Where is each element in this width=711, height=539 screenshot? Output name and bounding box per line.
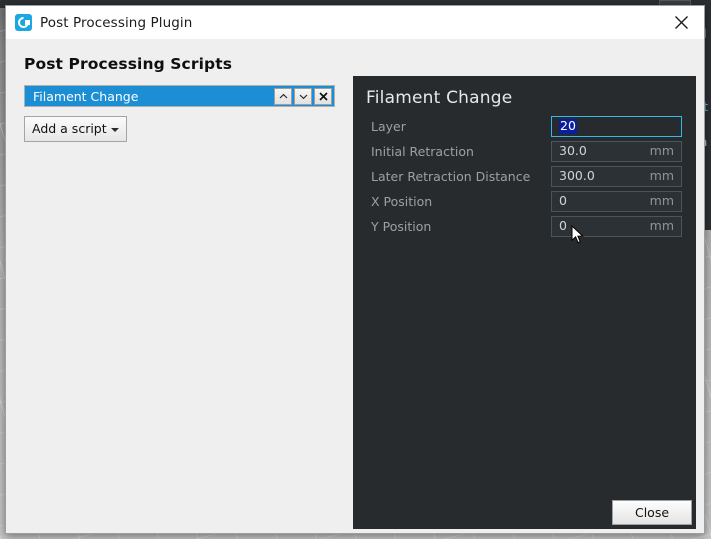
chevron-down-icon	[299, 94, 307, 99]
caret-down-icon	[110, 127, 119, 132]
scripts-panel: Post Processing Scripts Filament Change	[6, 39, 353, 533]
cura-logo-icon	[15, 14, 32, 31]
add-script-label: Add a script	[32, 121, 107, 136]
dialog-body: Post Processing Scripts Filament Change	[6, 39, 704, 533]
script-item-actions	[274, 87, 334, 105]
dialog-titlebar: Post Processing Plugin	[6, 6, 704, 39]
settings-heading: Filament Change	[366, 88, 513, 108]
initial-retraction-input[interactable]: 30.0 mm	[551, 141, 682, 162]
setting-label-x-position: X Position	[371, 194, 433, 209]
y-position-unit: mm	[649, 218, 674, 234]
dialog-footer: Close	[6, 491, 704, 533]
script-list[interactable]: Filament Change	[24, 85, 335, 107]
setting-label-layer: Layer	[371, 119, 406, 134]
setting-label-later-retraction-distance: Later Retraction Distance	[371, 169, 531, 184]
initial-retraction-value: 30.0	[559, 143, 587, 159]
setting-row-layer: Layer 20	[363, 114, 682, 139]
post-processing-dialog: Post Processing Plugin Post Processing S…	[5, 5, 705, 534]
layer-input-value: 20	[559, 117, 577, 135]
later-retraction-distance-input[interactable]: 300.0 mm	[551, 166, 682, 187]
y-position-value: 0	[559, 218, 567, 234]
move-down-button[interactable]	[294, 87, 312, 105]
setting-label-y-position: Y Position	[371, 219, 432, 234]
initial-retraction-unit: mm	[649, 143, 674, 159]
add-script-button[interactable]: Add a script	[24, 116, 127, 142]
list-item[interactable]: Filament Change	[25, 86, 334, 106]
layer-input[interactable]: 20	[551, 116, 682, 137]
later-retraction-distance-value: 300.0	[559, 168, 595, 184]
y-position-input[interactable]: 0 mm	[551, 216, 682, 237]
x-position-value: 0	[559, 193, 567, 209]
remove-script-button[interactable]	[314, 87, 332, 105]
close-icon	[318, 91, 328, 101]
scripts-heading: Post Processing Scripts	[24, 55, 233, 73]
setting-row-later-retraction-distance: Later Retraction Distance 300.0 mm	[363, 164, 682, 189]
x-position-input[interactable]: 0 mm	[551, 191, 682, 212]
dialog-title: Post Processing Plugin	[40, 14, 193, 31]
window-close-button[interactable]	[658, 6, 704, 39]
close-button[interactable]: Close	[612, 499, 692, 525]
setting-label-initial-retraction: Initial Retraction	[371, 144, 474, 159]
setting-row-y-position: Y Position 0 mm	[363, 214, 682, 239]
move-up-button[interactable]	[274, 87, 292, 105]
chevron-up-icon	[279, 93, 287, 98]
script-item-label: Filament Change	[33, 88, 139, 104]
later-retraction-distance-unit: mm	[649, 168, 674, 184]
x-position-unit: mm	[649, 193, 674, 209]
settings-panel: Filament Change Layer 20 Initial Retract…	[353, 76, 696, 529]
setting-row-initial-retraction: Initial Retraction 30.0 mm	[363, 139, 682, 164]
close-icon	[674, 16, 688, 29]
setting-row-x-position: X Position 0 mm	[363, 189, 682, 214]
